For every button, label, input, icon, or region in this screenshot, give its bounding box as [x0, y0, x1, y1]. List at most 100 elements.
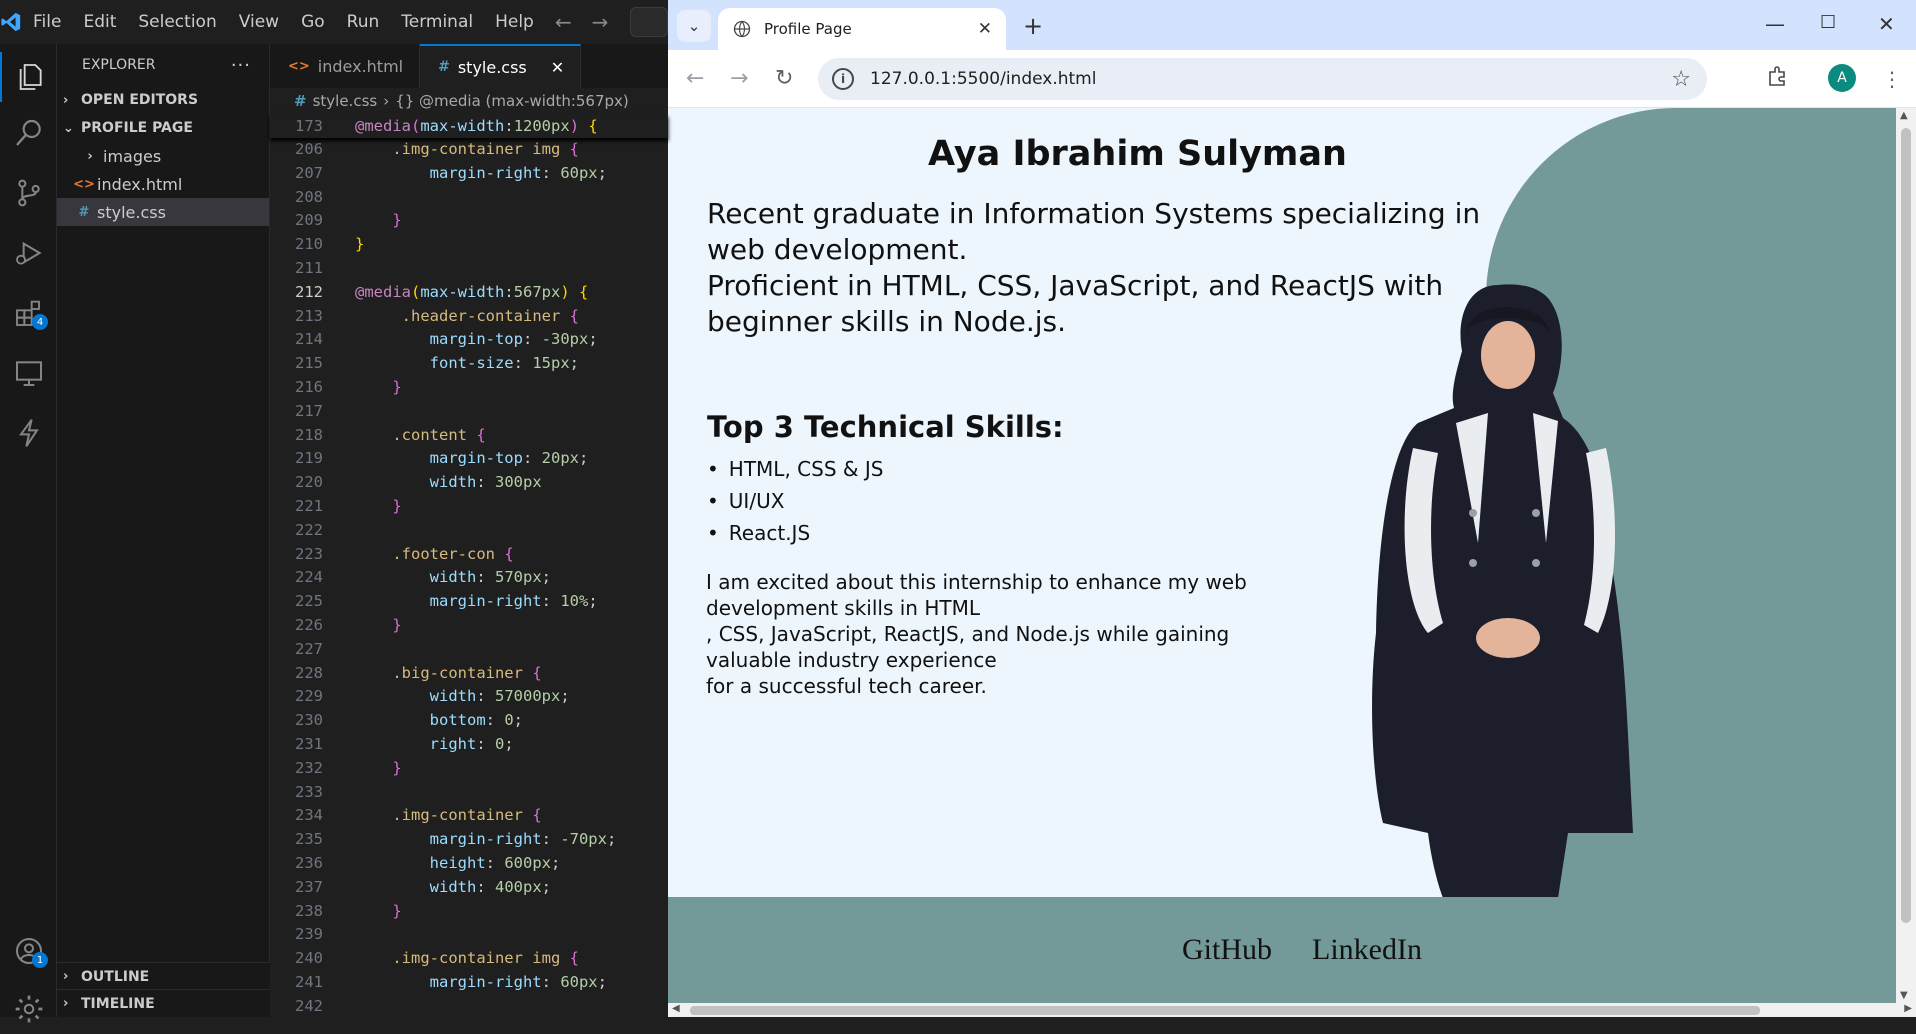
scroll-down-icon[interactable]: ▼ [1900, 990, 1908, 1001]
code-line[interactable]: 241 margin-right: 60px; [270, 971, 668, 995]
code-line[interactable]: 222 [270, 519, 668, 543]
code-line[interactable]: 229 width: 57000px; [270, 685, 668, 709]
menu-run[interactable]: Run [336, 12, 391, 32]
extensions-puzzle-icon[interactable] [1766, 64, 1790, 94]
back-arrow-icon[interactable]: ← [545, 10, 582, 34]
code-line[interactable]: 230 bottom: 0; [270, 709, 668, 733]
open-editors-section[interactable]: › OPEN EDITORS [57, 86, 269, 114]
address-bar[interactable]: i 127.0.0.1:5500/index.html ☆ [818, 58, 1707, 100]
code-line[interactable]: 242 [270, 995, 668, 1019]
code-line[interactable]: 225 margin-right: 10%; [270, 590, 668, 614]
bookmark-star-icon[interactable]: ☆ [1671, 67, 1691, 92]
code-line[interactable]: 209 } [270, 209, 668, 233]
forward-icon[interactable]: → [730, 66, 748, 91]
scroll-thumb[interactable] [690, 1006, 1760, 1015]
outline-section[interactable]: › OUTLINE [57, 962, 270, 990]
site-info-icon[interactable]: i [832, 68, 854, 90]
code-line[interactable]: 212 @media(max-width:567px) { [270, 281, 668, 305]
command-center[interactable] [630, 7, 668, 37]
explorer-icon[interactable] [0, 52, 57, 102]
code-lines[interactable]: 206 .img-container img {207 margin-right… [270, 114, 668, 1018]
breadcrumb-symbol[interactable]: {} @media (max-width:567px) [395, 92, 629, 110]
code-line[interactable]: 224 width: 570px; [270, 566, 668, 590]
tab-index-html[interactable]: <> index.html [270, 44, 421, 88]
reload-icon[interactable]: ↻ [775, 66, 793, 91]
accounts-icon[interactable]: 1 [0, 926, 57, 976]
scroll-left-icon[interactable]: ◀ [672, 1003, 680, 1014]
sticky-scroll-line[interactable]: 173 @media(max-width:1200px) { [270, 114, 668, 138]
code-line[interactable]: 220 width: 300px [270, 471, 668, 495]
chevron-right-icon: › [63, 92, 69, 108]
code-line[interactable]: 210} [270, 233, 668, 257]
code-line[interactable]: 228 .big-container { [270, 662, 668, 686]
tree-item-style-css[interactable]: # style.css [57, 198, 269, 226]
profile-page-folder[interactable]: ⌄ PROFILE PAGE [57, 114, 269, 142]
breadcrumb-file[interactable]: style.css [313, 92, 378, 110]
browser-tab[interactable]: Profile Page ✕ [718, 8, 1006, 50]
back-icon[interactable]: ← [686, 66, 704, 91]
code-line[interactable]: 218 .content { [270, 424, 668, 448]
scroll-right-icon[interactable]: ▶ [1904, 1003, 1912, 1014]
code-line[interactable]: 237 width: 400px; [270, 876, 668, 900]
code-line[interactable]: 217 [270, 400, 668, 424]
github-link[interactable]: GitHub [1182, 933, 1272, 967]
code-line[interactable]: 211 [270, 257, 668, 281]
menu-file[interactable]: File [22, 12, 72, 32]
menu-terminal[interactable]: Terminal [390, 12, 484, 32]
timeline-section[interactable]: › TIMELINE [57, 989, 270, 1017]
code-line[interactable]: 213 .header-container { [270, 305, 668, 329]
minimize-icon[interactable]: — [1765, 12, 1785, 36]
close-tab-icon[interactable]: ✕ [978, 19, 992, 39]
code-line[interactable]: 234 .img-container { [270, 804, 668, 828]
profile-avatar[interactable]: A [1828, 64, 1856, 92]
linkedin-link[interactable]: LinkedIn [1312, 933, 1422, 967]
code-line[interactable]: 236 height: 600px; [270, 852, 668, 876]
more-menu-icon[interactable]: ⋮ [1882, 67, 1902, 91]
code-line[interactable]: 235 margin-right: -70px; [270, 828, 668, 852]
code-line[interactable]: 207 margin-right: 60px; [270, 162, 668, 186]
tree-item-index-html[interactable]: <> index.html [57, 170, 269, 198]
tab-search-dropdown-icon[interactable]: ⌄ [677, 10, 711, 42]
vertical-scrollbar[interactable]: ▲ ▼ [1896, 108, 1916, 1003]
code-line[interactable]: 233 [270, 781, 668, 805]
code-line[interactable]: 219 margin-top: 20px; [270, 447, 668, 471]
code-line[interactable]: 232 } [270, 757, 668, 781]
horizontal-scrollbar[interactable]: ◀ ▶ [668, 1003, 1916, 1017]
maximize-icon[interactable]: ☐ [1820, 12, 1836, 33]
code-line[interactable]: 226 } [270, 614, 668, 638]
close-window-icon[interactable]: ✕ [1878, 12, 1895, 36]
tree-item-images[interactable]: › images [57, 142, 269, 170]
menu-view[interactable]: View [228, 12, 290, 32]
line-number: 217 [295, 401, 323, 420]
source-control-icon[interactable] [0, 168, 57, 218]
code-line[interactable]: 240 .img-container img { [270, 947, 668, 971]
scroll-thumb[interactable] [1901, 128, 1911, 923]
extensions-icon[interactable]: 4 [0, 288, 57, 338]
scroll-up-icon[interactable]: ▲ [1900, 110, 1908, 121]
code-line[interactable]: 208 [270, 186, 668, 210]
code-line[interactable]: 223 .footer-con { [270, 543, 668, 567]
code-line[interactable]: 215 font-size: 15px; [270, 352, 668, 376]
code-line[interactable]: 214 margin-top: -30px; [270, 328, 668, 352]
menu-help[interactable]: Help [484, 12, 545, 32]
testing-icon[interactable] [0, 408, 57, 458]
code-line[interactable]: 221 } [270, 495, 668, 519]
forward-arrow-icon[interactable]: → [582, 10, 619, 34]
code-line[interactable]: 216 } [270, 376, 668, 400]
code-line[interactable]: 239 [270, 923, 668, 947]
settings-gear-icon[interactable] [0, 984, 57, 1034]
menu-edit[interactable]: Edit [72, 12, 127, 32]
search-icon[interactable] [0, 108, 57, 158]
run-debug-icon[interactable] [0, 228, 57, 278]
code-line[interactable]: 206 .img-container img { [270, 138, 668, 162]
code-line[interactable]: 238 } [270, 900, 668, 924]
menu-go[interactable]: Go [290, 12, 336, 32]
close-icon[interactable]: ✕ [551, 58, 564, 77]
code-line[interactable]: 231 right: 0; [270, 733, 668, 757]
code-line[interactable]: 227 [270, 638, 668, 662]
remote-explorer-icon[interactable] [0, 348, 57, 398]
more-actions-icon[interactable]: ··· [231, 55, 251, 76]
new-tab-icon[interactable]: + [1023, 12, 1043, 40]
tab-style-css[interactable]: # style.css ✕ [420, 44, 582, 88]
menu-selection[interactable]: Selection [127, 12, 227, 32]
